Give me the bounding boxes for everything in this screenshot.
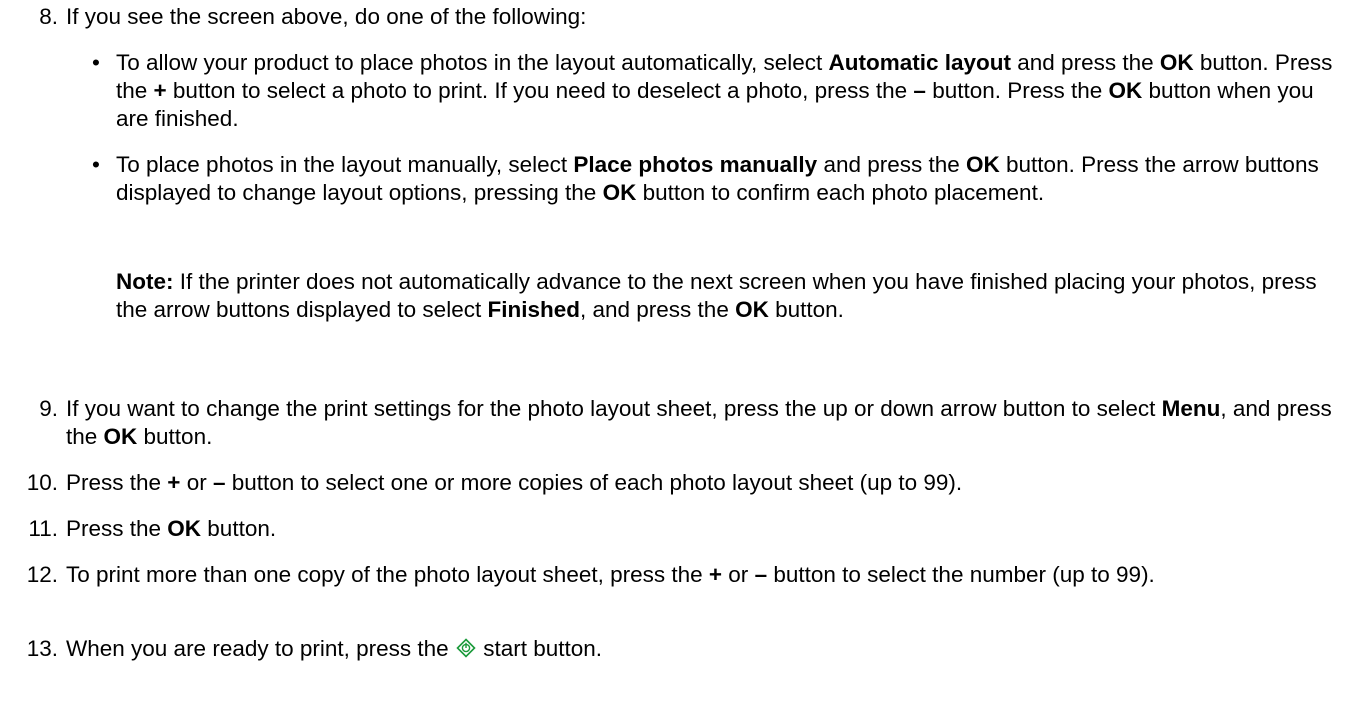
step-number: 8. bbox=[39, 4, 58, 29]
note-block: Note: If the printer does not automatica… bbox=[116, 269, 1317, 322]
bullet-text: To place photos in the layout manually, … bbox=[116, 152, 1319, 205]
step-text: Press the + or – button to select one or… bbox=[66, 470, 963, 495]
start-diamond-icon bbox=[456, 638, 476, 658]
step-number: 11. bbox=[28, 516, 58, 541]
step-text: Press the OK button. bbox=[66, 516, 277, 541]
bullet-text: To allow your product to place photos in… bbox=[116, 50, 1333, 131]
step-text: If you see the screen above, do one of t… bbox=[66, 4, 587, 29]
step-text: When you are ready to print, press the s… bbox=[66, 636, 603, 661]
step-number: 12. bbox=[26, 562, 58, 587]
bullet-dot: • bbox=[92, 50, 100, 75]
step-text: To print more than one copy of the photo… bbox=[66, 562, 1155, 587]
step-number: 10. bbox=[26, 470, 58, 495]
note-label: Note: bbox=[116, 269, 174, 294]
bullet-dot: • bbox=[92, 152, 100, 177]
step-text: If you want to change the print settings… bbox=[66, 396, 1332, 449]
step-number: 9. bbox=[39, 396, 58, 421]
step-number: 13. bbox=[26, 636, 58, 661]
